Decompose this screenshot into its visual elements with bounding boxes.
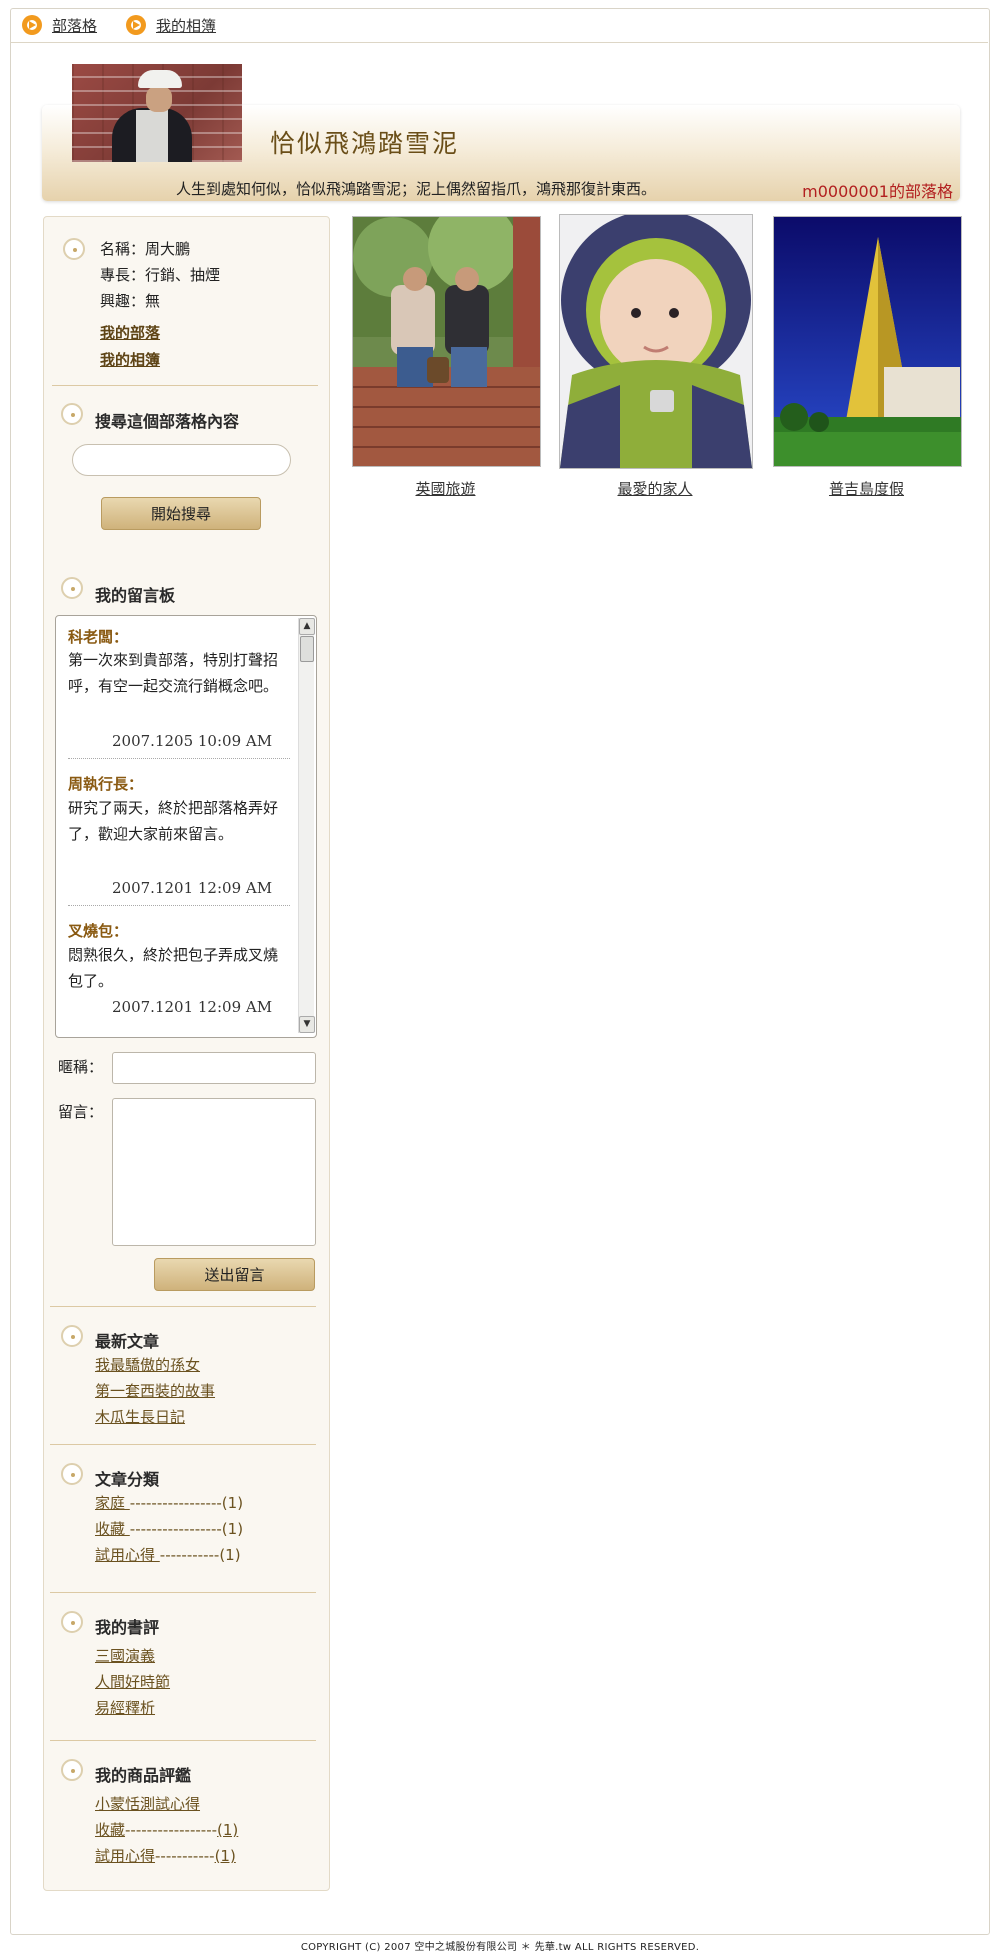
album-caption-uk[interactable]: 英國旅遊	[352, 478, 539, 499]
guestbook-time: 2007.1201 12:09 AM	[112, 998, 273, 1016]
footer-copyright: COPYRIGHT (C) 2007 空中之城股份有限公司 ＊ 先華.tw AL…	[300, 1942, 700, 1953]
latest-post-link[interactable]: 我最驕傲的孫女	[95, 1354, 200, 1375]
category-item[interactable]: 家庭 -----------------(1)	[95, 1492, 243, 1513]
scroll-down-icon[interactable]: ▼	[299, 1016, 315, 1033]
latest-post-link[interactable]: 第一套西裝的故事	[95, 1380, 215, 1401]
category-item[interactable]: 收藏 -----------------(1)	[95, 1518, 243, 1539]
message-label: 留言：	[58, 1103, 104, 1121]
product-label[interactable]: 收藏	[95, 1821, 125, 1839]
bullet-icon	[61, 1611, 83, 1633]
search-input[interactable]	[72, 444, 291, 476]
category-label[interactable]: 收藏	[95, 1520, 130, 1538]
review-link[interactable]: 人間好時節	[95, 1671, 170, 1692]
guestbook-text: 第一次來到貴部落，特別打聲招呼，有空一起交流行銷概念吧。	[68, 651, 279, 695]
album-photo-family[interactable]	[559, 214, 753, 469]
guestbook-text: 悶熟很久，終於把包子弄成叉燒包了。	[68, 946, 279, 990]
profile-link-blog[interactable]: 我的部落	[100, 322, 160, 343]
category-dashes: -----------	[159, 1546, 220, 1564]
latest-post-link[interactable]: 木瓜生長日記	[95, 1406, 185, 1427]
photo-image	[353, 217, 540, 466]
album-photo-phuket[interactable]	[773, 216, 962, 467]
divider	[50, 1306, 316, 1307]
category-label[interactable]: 家庭	[95, 1494, 130, 1512]
category-dashes: -----------------	[129, 1494, 222, 1512]
nav-blog-link[interactable]: 部落格	[22, 14, 97, 36]
product-item[interactable]: 試用心得-----------(1)	[95, 1845, 236, 1866]
arrow-right-icon	[126, 15, 146, 35]
category-count: (1)	[219, 1546, 241, 1564]
profile-hobby: 興趣：無	[100, 292, 161, 310]
message-field[interactable]	[112, 1098, 316, 1246]
guestbook-author: 周執行長：	[68, 775, 144, 793]
category-count: (1)	[221, 1520, 244, 1538]
category-label[interactable]: 試用心得	[95, 1546, 160, 1564]
category-item[interactable]: 試用心得 -----------(1)	[95, 1544, 241, 1565]
guestbook-messages[interactable]: 科老闆： 第一次來到貴部落，特別打聲招呼，有空一起交流行銷概念吧。 2007.1…	[55, 615, 317, 1038]
latest-title: 最新文章	[95, 1332, 160, 1351]
categories-title: 文章分類	[95, 1470, 160, 1489]
divider	[52, 385, 318, 386]
album-photo-uk[interactable]	[352, 216, 541, 467]
product-count[interactable]: (1)	[217, 1821, 238, 1839]
bullet-icon	[61, 1463, 83, 1485]
nav-album-label[interactable]: 我的相簿	[156, 15, 216, 36]
search-button[interactable]: 開始搜尋	[101, 497, 261, 530]
bullet-icon	[61, 403, 83, 425]
divider	[50, 1740, 316, 1741]
category-dashes: -----------------	[129, 1520, 222, 1538]
nav-blog-label[interactable]: 部落格	[52, 15, 97, 36]
product-count[interactable]: (1)	[215, 1847, 236, 1865]
review-link[interactable]: 易經釋析	[95, 1697, 155, 1718]
profile-name: 名稱：周大鵬	[100, 240, 191, 258]
blog-title: 恰似飛鴻踏雪泥	[270, 129, 460, 158]
bullet-icon	[61, 1325, 83, 1347]
guestbook-author: 叉燒包：	[68, 922, 129, 940]
products-title: 我的商品評鑑	[95, 1766, 192, 1785]
album-caption-phuket[interactable]: 普吉島度假	[773, 478, 960, 499]
scroll-thumb[interactable]	[300, 636, 314, 662]
divider	[50, 1444, 316, 1445]
guestbook-title: 我的留言板	[95, 586, 176, 605]
bullet-icon	[61, 1759, 83, 1781]
submit-message-button[interactable]: 送出留言	[154, 1258, 315, 1291]
blog-owner: m0000001的部落格	[802, 182, 953, 201]
arrow-right-icon	[22, 15, 42, 35]
album-caption-family[interactable]: 最愛的家人	[559, 478, 751, 499]
guestbook-time: 2007.1205 10:09 AM	[112, 732, 273, 750]
divider	[68, 758, 290, 759]
profile-link-album[interactable]: 我的相簿	[100, 349, 160, 370]
reviews-title: 我的書評	[95, 1618, 160, 1637]
product-dashes: -----------------	[125, 1821, 218, 1839]
category-count: (1)	[221, 1494, 244, 1512]
search-title: 搜尋這個部落格內容	[95, 412, 240, 431]
photo-image	[774, 217, 961, 466]
divider	[68, 905, 290, 906]
scroll-up-icon[interactable]: ▲	[299, 618, 315, 635]
product-dashes: -----------	[155, 1847, 215, 1865]
guestbook-time: 2007.1201 12:09 AM	[112, 879, 273, 897]
avatar	[72, 64, 242, 162]
product-review-link[interactable]: 小蒙恬測試心得	[95, 1793, 200, 1814]
profile-specialty: 專長：行銷、抽煙	[100, 266, 221, 284]
product-item[interactable]: 收藏-----------------(1)	[95, 1819, 238, 1840]
guestbook-text: 研究了兩天，終於把部落格弄好了，歡迎大家前來留言。	[68, 799, 279, 843]
nickname-label: 暱稱：	[58, 1058, 104, 1076]
nav-album-link[interactable]: 我的相簿	[126, 14, 216, 36]
photo-image	[560, 215, 752, 468]
review-link[interactable]: 三國演義	[95, 1645, 155, 1666]
product-label[interactable]: 試用心得	[95, 1847, 155, 1865]
guestbook-scrollbar[interactable]: ▲ ▼	[298, 618, 315, 1033]
guestbook-author: 科老闆：	[68, 628, 129, 646]
top-nav: 部落格 我的相簿	[10, 8, 988, 43]
divider	[50, 1592, 316, 1593]
bullet-icon	[63, 238, 85, 260]
bullet-icon	[61, 577, 83, 599]
blog-tagline: 人生到處知何似，恰似飛鴻踏雪泥；泥上偶然留指爪，鴻飛那復計東西。	[176, 180, 657, 198]
nickname-field[interactable]	[112, 1052, 316, 1084]
